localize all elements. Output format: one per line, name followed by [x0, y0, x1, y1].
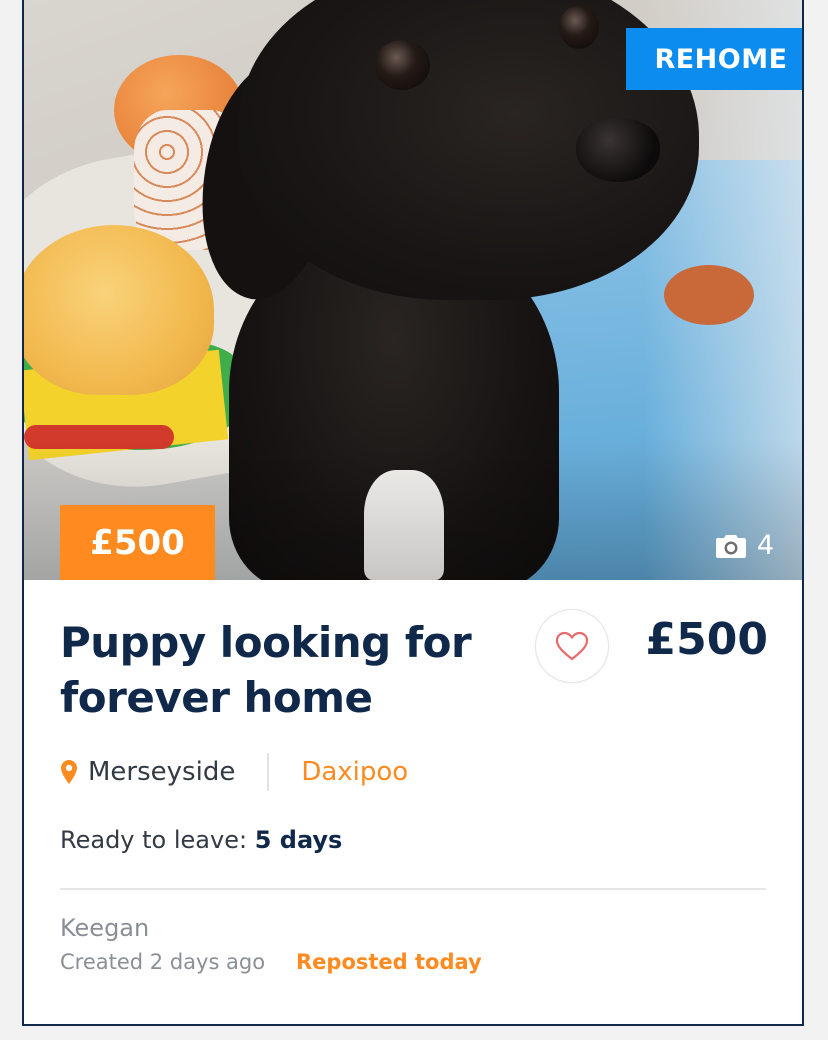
location-label: Merseyside	[88, 757, 236, 787]
camera-icon	[715, 534, 746, 558]
ready-label: Ready to leave:	[60, 826, 248, 854]
ready-value: 5 days	[254, 826, 343, 854]
section-divider	[60, 888, 766, 890]
ready-to-leave: Ready to leave: 5 days	[60, 826, 342, 854]
price-tag: £500	[60, 505, 215, 580]
reposted-status: Reposted today	[296, 950, 482, 974]
heart-outline-icon	[555, 631, 589, 661]
toy-burger-bun	[24, 225, 214, 395]
favorite-button[interactable]	[536, 610, 608, 682]
listing-price: £500	[645, 614, 768, 665]
location-pin-icon	[61, 760, 77, 784]
listing-meta: Merseyside Daxipoo	[60, 752, 408, 792]
seller-name[interactable]: Keegan	[60, 914, 149, 942]
dog-eye-left	[374, 40, 430, 90]
dog-eye-right	[559, 5, 599, 49]
dog-nose	[576, 118, 660, 182]
meta-divider	[267, 753, 270, 791]
breed-link[interactable]: Daxipoo	[301, 757, 408, 787]
listing-title[interactable]: Puppy looking for forever home	[60, 615, 480, 725]
rehome-badge: REHOME	[626, 28, 802, 90]
toy-brown	[664, 265, 754, 325]
listing-photo[interactable]: REHOME £500 4	[24, 0, 802, 580]
photo-count[interactable]: 4	[715, 530, 774, 561]
photo-count-value: 4	[756, 530, 774, 561]
created-date: Created 2 days ago	[60, 950, 266, 974]
listing-card[interactable]: REHOME £500 4 Puppy looking for forever …	[22, 0, 804, 1026]
